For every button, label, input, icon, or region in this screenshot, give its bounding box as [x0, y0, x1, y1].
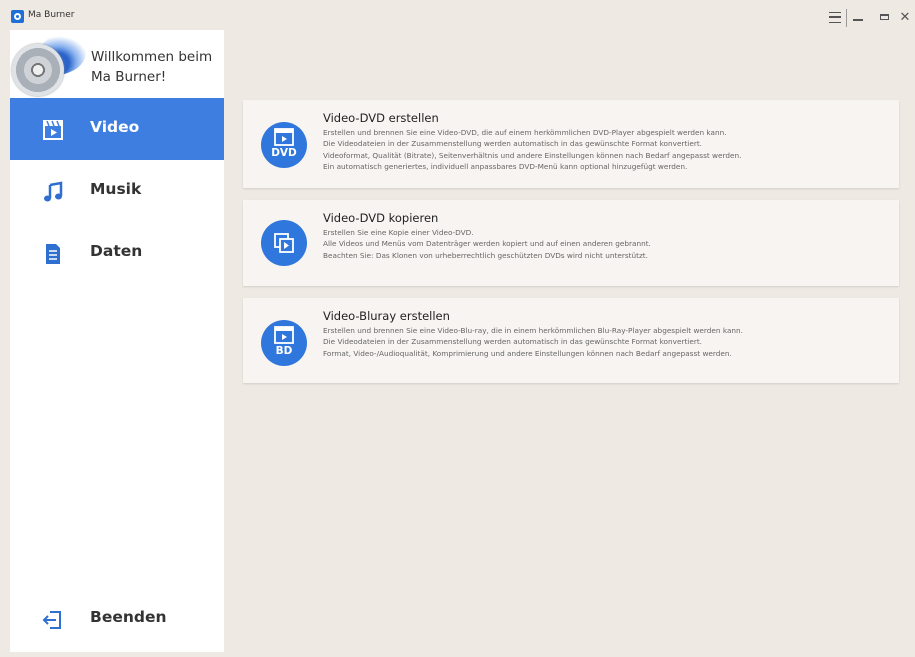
- sidebar-item-label: Musik: [90, 180, 142, 198]
- clapper-icon: [274, 326, 294, 344]
- card-title: Video-Bluray erstellen: [323, 309, 450, 323]
- close-icon[interactable]: ✕: [898, 7, 912, 27]
- card-description: Erstellen und brennen Sie eine Video-DVD…: [323, 127, 741, 172]
- sidebar-item-video[interactable]: Video: [10, 98, 224, 160]
- card-title: Video-DVD kopieren: [323, 211, 439, 225]
- window-title: Ma Burner: [28, 10, 75, 20]
- card-video-bluray-erstellen[interactable]: BD Video-Bluray erstellen Erstellen und …: [243, 298, 899, 383]
- clapper-icon: [274, 128, 294, 146]
- app-icon: [11, 10, 24, 23]
- card-description-line: Alle Videos und Menüs vom Datenträger we…: [323, 239, 651, 249]
- card-video-dvd-erstellen[interactable]: DVD Video-DVD erstellen Erstellen und br…: [243, 100, 899, 188]
- document-icon: [46, 244, 60, 264]
- card-description-line: Format, Video-/Audioqualität, Komprimier…: [323, 348, 732, 358]
- welcome-text: Willkommen beim Ma Burner!: [91, 49, 213, 85]
- video-bluray-icon: BD: [261, 320, 307, 366]
- copy-icon: [274, 233, 294, 253]
- sidebar-item-label: Daten: [90, 242, 143, 260]
- card-description-line: Erstellen Sie eine Kopie einer Video-DVD…: [323, 228, 474, 237]
- logo-area: Willkommen beim Ma Burner!: [10, 26, 224, 98]
- card-description-line: Erstellen und brennen Sie eine Video-Blu…: [323, 326, 744, 335]
- disc-logo-icon: [12, 44, 64, 96]
- video-dvd-icon: DVD: [261, 122, 307, 168]
- sidebar-item-musik[interactable]: Musik: [10, 160, 224, 222]
- title-bar: Ma Burner ✕: [0, 0, 915, 30]
- card-description-line: Erstellen und brennen Sie eine Video-DVD…: [323, 128, 727, 137]
- maximize-icon[interactable]: [876, 7, 892, 27]
- exit-label: Beenden: [90, 608, 167, 626]
- music-note-icon: [44, 181, 63, 202]
- exit-icon: [42, 611, 61, 629]
- minimize-icon[interactable]: [850, 7, 866, 27]
- card-icon-text: BD: [275, 345, 293, 357]
- menu-icon[interactable]: [826, 7, 844, 27]
- sidebar: Willkommen beim Ma Burner! Video Musik D…: [10, 26, 224, 652]
- card-description-line: Beachten Sie: Das Klonen von urheberrech…: [323, 250, 648, 260]
- card-description-line: Videoformat, Qualität (Bitrate), Seitenv…: [323, 150, 742, 160]
- titlebar-divider: [846, 9, 847, 27]
- video-clapper-icon: [43, 120, 63, 140]
- sidebar-item-label: Video: [90, 118, 140, 136]
- card-description: Erstellen und brennen Sie eine Video-Blu…: [323, 325, 743, 359]
- copy-disc-icon: [261, 220, 307, 266]
- sidebar-item-daten[interactable]: Daten: [10, 222, 224, 284]
- card-icon-text: DVD: [271, 147, 297, 159]
- exit-button[interactable]: Beenden: [10, 588, 224, 650]
- card-description-line: Die Videodateien in der Zusammenstellung…: [323, 139, 702, 149]
- card-title: Video-DVD erstellen: [323, 111, 439, 125]
- card-video-dvd-kopieren[interactable]: Video-DVD kopieren Erstellen Sie eine Ko…: [243, 200, 899, 286]
- card-description-line: Ein automatisch generiertes, individuell…: [323, 161, 688, 171]
- card-description-line: Die Videodateien in der Zusammenstellung…: [323, 337, 702, 347]
- card-description: Erstellen Sie eine Kopie einer Video-DVD…: [323, 227, 651, 261]
